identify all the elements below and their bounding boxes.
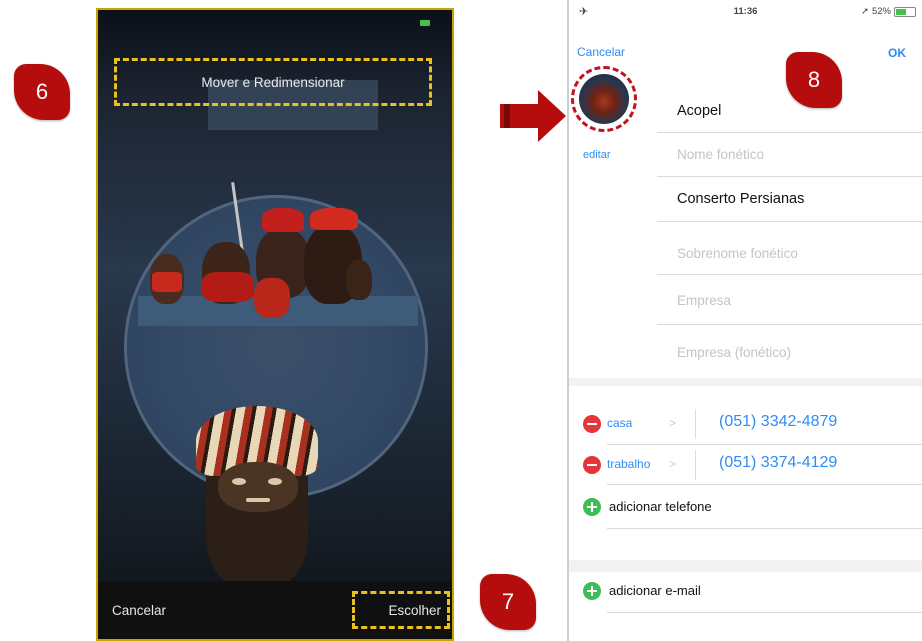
choose-button[interactable]: Escolher — [388, 603, 441, 618]
first-name-field[interactable]: Acopel — [677, 103, 721, 119]
step-number: 7 — [501, 589, 515, 614]
contact-edit-screen: ✈ 11:36 ➚ 52% Cancelar OK editar Acopel … — [567, 0, 922, 641]
divider — [607, 444, 922, 445]
phonetic-name-field[interactable]: Nome fonético — [677, 147, 764, 162]
phone-row: casa > (051) 3342-4879 — [569, 405, 922, 443]
cancel-button[interactable]: Cancelar — [112, 603, 166, 618]
photo-detail — [218, 462, 298, 512]
phonetic-company-field[interactable]: Empresa (fonético) — [677, 345, 791, 360]
photo-detail — [310, 208, 358, 230]
step-badge-8: 8 — [786, 52, 842, 108]
ok-button[interactable]: OK — [888, 46, 906, 60]
phone-row: trabalho > (051) 3374-4129 — [569, 446, 922, 484]
divider — [657, 132, 922, 133]
step-number: 8 — [807, 67, 821, 92]
screen-title: Mover e Redimensionar — [201, 74, 345, 90]
company-field[interactable]: Empresa — [677, 293, 731, 308]
photo-detail — [346, 260, 372, 300]
cancel-button[interactable]: Cancelar — [577, 45, 625, 59]
status-right: ➚ 52% — [861, 6, 916, 17]
add-phone-icon[interactable] — [583, 498, 601, 516]
step-badge-6: 6 — [14, 64, 70, 120]
step-number: 6 — [35, 79, 49, 104]
divider — [657, 221, 922, 222]
divider — [657, 274, 922, 275]
divider — [607, 528, 922, 529]
bottom-toolbar: Cancelar Escolher — [98, 581, 452, 639]
section-gap — [569, 378, 922, 386]
photo-detail — [202, 272, 254, 302]
divider — [607, 484, 922, 485]
divider — [695, 409, 696, 439]
move-and-scale-screen: Mover e Redimensionar Cancelar Escolher — [96, 8, 454, 641]
photo-detail — [262, 208, 304, 232]
divider — [607, 612, 922, 613]
divider — [657, 176, 922, 177]
chevron-right-icon: > — [669, 457, 677, 471]
battery-icon — [894, 6, 916, 17]
phone-number-field[interactable]: (051) 3342-4879 — [719, 413, 837, 431]
divider — [695, 450, 696, 480]
photo-detail — [268, 478, 282, 485]
step-badge-7: 7 — [480, 574, 536, 630]
add-email-button[interactable]: adicionar e-mail — [609, 583, 701, 598]
title-highlight: Mover e Redimensionar — [114, 58, 432, 106]
phone-number-field[interactable]: (051) 3374-4129 — [719, 454, 837, 472]
photo-detail — [232, 478, 246, 485]
add-email-icon[interactable] — [583, 582, 601, 600]
photo-detail — [152, 272, 182, 292]
phonetic-last-name-field[interactable]: Sobrenome fonético — [677, 246, 798, 261]
status-bar: ✈ 11:36 ➚ 52% — [569, 0, 922, 22]
phone-label-selector[interactable]: casa — [607, 416, 632, 430]
arrow-right-icon — [500, 90, 566, 142]
add-phone-button[interactable]: adicionar telefone — [609, 499, 712, 514]
divider — [657, 324, 922, 325]
photo-highlight — [571, 66, 637, 132]
edit-photo-link[interactable]: editar — [583, 149, 611, 161]
photo-detail — [254, 278, 290, 318]
chevron-right-icon: > — [669, 416, 677, 430]
remove-phone-button[interactable] — [583, 415, 601, 433]
choose-highlight: Escolher — [352, 591, 450, 629]
phone-label-selector[interactable]: trabalho — [607, 457, 650, 471]
remove-phone-button[interactable] — [583, 456, 601, 474]
battery-icon — [420, 20, 430, 26]
section-gap — [569, 560, 922, 572]
last-name-field[interactable]: Conserto Persianas — [677, 191, 804, 207]
battery-percent: 52% — [871, 6, 891, 17]
photo-detail — [246, 498, 270, 502]
location-icon: ➚ — [861, 6, 869, 17]
